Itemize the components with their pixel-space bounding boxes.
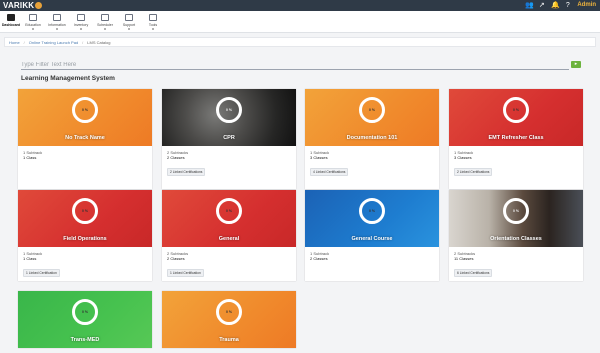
class-count: 2 Classes [167,155,185,160]
chevron-down-icon [128,28,130,30]
top-icons: 👥 ↗ 🔔 ? Admin [525,1,596,10]
class-count: 1 Class [23,256,37,261]
breadcrumb: Home / Online Training Launch Pad / LMS … [4,37,596,47]
card-title: Orientation Classes [490,236,542,242]
card-title: EMT Refresher Class [488,135,544,141]
card-banner: 0 % Trans-MED [18,291,152,348]
main-nav: Dashboard Education Information Inventor… [0,11,600,33]
brand-logo[interactable]: VARIKK [3,1,43,10]
card-title: Documentation 101 [346,135,398,141]
card-title: No Track Name [65,135,105,141]
nav-item-tools[interactable]: Tools [142,13,164,32]
card-title: Field Operations [63,236,107,242]
nav-item-education[interactable]: Education [22,13,44,32]
class-count: 2 Classes [167,256,185,261]
section-title: Learning Management System [21,75,115,82]
card-banner: 0 % CPR [162,89,296,146]
chevron-down-icon [56,28,58,30]
class-count: 11 Classes [454,256,474,261]
bell-icon[interactable]: 🔔 [551,2,560,9]
track-card-field-operations[interactable]: 0 % Field Operations 1 Subtrack 1 Class … [18,190,152,281]
class-count: 2 Classes [310,256,328,261]
nav-item-scheduler[interactable]: Scheduler [94,13,116,32]
track-card-cpr[interactable]: 0 % CPR 2 Subtracks 2 Classes 2 Linked C… [162,89,296,189]
user-menu[interactable]: Admin [577,1,596,10]
track-card-trans-med[interactable]: 0 % Trans-MED [18,291,152,348]
nav-item-information[interactable]: Information [46,13,68,32]
lifebuoy-icon [125,14,133,21]
box-icon [77,14,85,21]
track-card-general[interactable]: 0 % General 2 Subtracks 2 Classes 1 Link… [162,190,296,281]
chevron-down-icon [80,28,82,30]
chevron-down-icon [104,28,106,30]
card-title: Trans-MED [70,337,100,343]
card-banner: 0 % Orientation Classes [449,190,583,247]
breadcrumb-launch-pad[interactable]: Online Training Launch Pad [29,40,78,45]
track-card-documentation-101[interactable]: 0 % Documentation 101 1 Subtrack 3 Class… [305,89,439,189]
card-banner: 0 % General Course [305,190,439,247]
class-count: 3 Classes [310,155,328,160]
nav-item-dashboard[interactable]: Dashboard [0,13,22,32]
progress-ring: 0 % [503,97,529,123]
card-title: Trauma [219,337,239,343]
breadcrumb-separator: / [82,39,84,45]
card-title: CPR [223,135,235,141]
card-banner: 0 % Documentation 101 [305,89,439,146]
card-banner: 0 % No Track Name [18,89,152,146]
class-count: 1 Class [23,155,37,160]
nav-item-support[interactable]: Support [118,13,140,32]
card-banner: 0 % General [162,190,296,247]
track-card-no-track-name[interactable]: 0 % No Track Name 1 Subtrack 1 Class [18,89,152,189]
progress-ring: 0 % [72,198,98,224]
class-count: 3 Classes [454,155,472,160]
filter-button[interactable]: ▸ [571,61,581,68]
linked-certifications-badge[interactable]: 2 Linked Certifications [167,168,206,176]
logo-o-icon [35,2,43,9]
linked-certifications-badge[interactable]: 4 Linked Certifications [310,168,349,176]
linked-certifications-badge[interactable]: 1 Linked Certification [167,269,204,277]
linked-certifications-badge[interactable]: 6 Linked Certifications [454,269,493,277]
card-title: General Course [351,236,393,242]
track-card-general-course[interactable]: 0 % General Course 1 Subtrack 2 Classes [305,190,439,281]
linked-certifications-badge[interactable]: 1 Linked Certification [23,269,60,277]
home-icon [7,14,15,21]
top-bar: VARIKK 👥 ↗ 🔔 ? Admin [0,0,600,11]
chevron-down-icon [152,28,154,30]
breadcrumb-home[interactable]: Home [9,40,20,45]
progress-ring: 0 % [359,97,385,123]
help-icon[interactable]: ? [564,2,571,9]
progress-ring: 0 % [72,97,98,123]
filter-input[interactable] [21,60,569,70]
breadcrumb-separator: / [23,39,25,45]
chevron-down-icon [32,28,34,30]
calendar-icon [101,14,109,21]
progress-ring: 0 % [72,299,98,325]
card-banner: 0 % Trauma [162,291,296,348]
card-banner: 0 % EMT Refresher Class [449,89,583,146]
track-card-trauma[interactable]: 0 % Trauma [162,291,296,348]
progress-ring: 0 % [216,198,242,224]
progress-ring: 0 % [216,299,242,325]
progress-ring: 0 % [503,198,529,224]
graduation-cap-icon [29,14,37,21]
track-card-emt-refresher[interactable]: 0 % EMT Refresher Class 1 Subtrack 3 Cla… [449,89,583,189]
track-card-orientation-classes[interactable]: 0 % Orientation Classes 2 Subtracks 11 C… [449,190,583,281]
linked-certifications-badge[interactable]: 2 Linked Certifications [454,168,493,176]
nav-item-inventory[interactable]: Inventory [70,13,92,32]
car-icon [53,14,61,21]
users-icon[interactable]: 👥 [525,2,534,9]
card-title: General [218,236,240,242]
wrench-icon [149,14,157,21]
card-banner: 0 % Field Operations [18,190,152,247]
progress-ring: 0 % [216,97,242,123]
external-link-icon[interactable]: ↗ [538,2,545,9]
progress-ring: 0 % [359,198,385,224]
breadcrumb-current: LMS Catalog [87,39,111,45]
